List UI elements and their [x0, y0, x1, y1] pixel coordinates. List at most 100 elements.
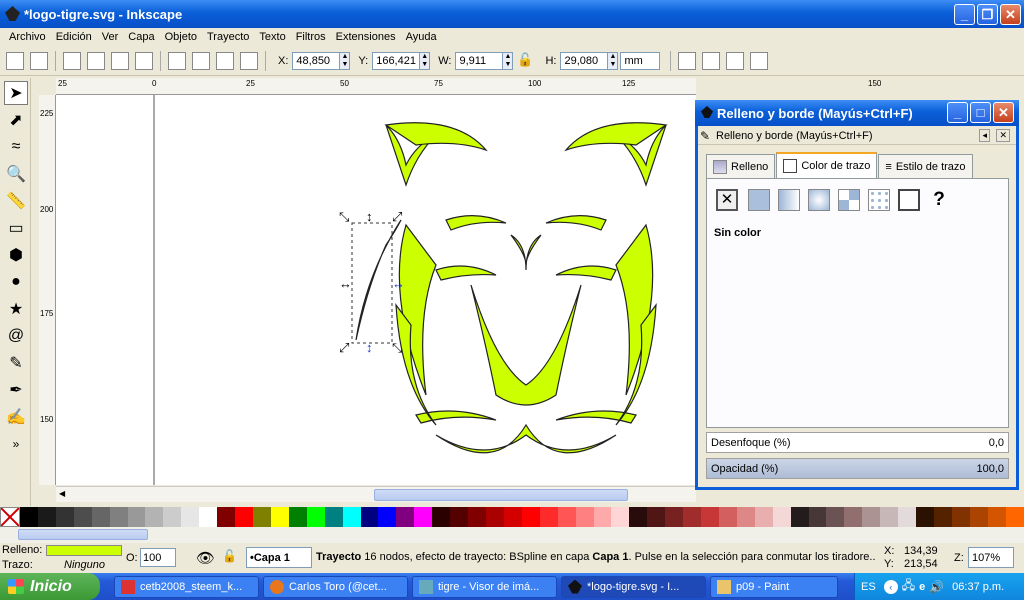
palette-swatch[interactable] [73, 507, 92, 527]
fill-indicator[interactable] [46, 545, 122, 556]
rotate-cw-icon[interactable] [87, 52, 105, 70]
menu-texto[interactable]: Texto [254, 31, 290, 43]
mesh-gradient-button[interactable] [838, 189, 860, 211]
palette-swatch[interactable] [969, 507, 988, 527]
zoom-input[interactable]: 107% [968, 547, 1014, 568]
ie-icon[interactable]: e [919, 581, 925, 593]
task-image-viewer[interactable]: tigre - Visor de imá... [412, 575, 557, 598]
palette-swatch[interactable] [575, 507, 594, 527]
palette-swatch[interactable] [934, 507, 952, 527]
palette-swatch[interactable] [252, 507, 271, 527]
h-spinner[interactable]: ▲ ▼ [608, 52, 619, 70]
eye-icon[interactable]: 👁 [196, 549, 215, 567]
spiral-tool-icon[interactable]: @ [4, 324, 28, 348]
palette-swatch[interactable] [987, 507, 1006, 527]
task-firefox[interactable]: Carlos Toro (@cet... [263, 575, 408, 598]
palette-swatch[interactable] [37, 507, 56, 527]
palette-swatch[interactable] [539, 507, 558, 527]
tab-estilo-trazo[interactable]: ≡ Estilo de trazo [878, 154, 973, 178]
flip-vertical-icon[interactable] [135, 52, 153, 70]
pattern-button[interactable] [868, 189, 890, 211]
pen-tool-icon[interactable]: ✒ [4, 378, 28, 402]
x-input[interactable]: 48,850 [292, 52, 341, 70]
palette-swatch[interactable] [288, 507, 307, 527]
palette-swatch[interactable] [754, 507, 773, 527]
palette-swatch[interactable] [485, 507, 504, 527]
close-button[interactable]: ✕ [1000, 4, 1021, 25]
palette-swatch[interactable] [683, 507, 702, 527]
lower-to-bottom-icon[interactable] [240, 52, 258, 70]
x-spinner[interactable]: ▲ ▼ [340, 52, 351, 70]
palette-swatch[interactable] [718, 507, 737, 527]
opacity-value[interactable]: 100,0 [976, 463, 1004, 475]
y-input[interactable]: 166,421 [372, 52, 421, 70]
palette-swatch[interactable] [826, 507, 845, 527]
palette-swatch[interactable] [521, 507, 540, 527]
select-all-icon[interactable] [6, 52, 24, 70]
palette-swatch[interactable] [217, 507, 236, 527]
tab-color-trazo[interactable]: Color de trazo [776, 152, 878, 178]
palette-swatch[interactable] [736, 507, 755, 527]
select-all-layers-icon[interactable] [30, 52, 48, 70]
palette-swatch[interactable] [898, 507, 917, 527]
palette-swatch[interactable] [342, 507, 361, 527]
palette-swatch[interactable] [916, 507, 935, 527]
palette-swatch[interactable] [378, 507, 397, 527]
dialog-close-button[interactable]: ✕ [993, 102, 1014, 123]
palette-swatch[interactable] [360, 507, 379, 527]
blur-value[interactable]: 0,0 [989, 437, 1004, 449]
palette-swatch[interactable] [1005, 507, 1024, 527]
star-tool-icon[interactable]: ★ [4, 297, 28, 321]
transform-gradients-icon[interactable] [726, 52, 745, 70]
minimize-button[interactable]: _ [954, 4, 975, 25]
palette-swatch[interactable] [862, 507, 881, 527]
palette-swatch[interactable] [199, 507, 218, 527]
radial-gradient-button[interactable] [808, 189, 830, 211]
dock-icon[interactable]: ◂ [979, 129, 990, 142]
palette-swatch[interactable] [270, 507, 289, 527]
stroke-indicator[interactable]: Ninguno [64, 559, 105, 571]
tweak-tool-icon[interactable]: ≈ [4, 135, 28, 159]
palette-swatch[interactable] [127, 507, 146, 527]
transform-patterns-icon[interactable] [750, 52, 769, 70]
palette-swatch[interactable] [181, 507, 200, 527]
unset-paint-button[interactable]: ? [928, 189, 950, 211]
lock-icon[interactable]: 🔓 [516, 52, 534, 70]
maximize-button[interactable]: ❐ [977, 4, 998, 25]
swatch-button[interactable] [898, 189, 920, 211]
flip-horizontal-icon[interactable] [111, 52, 129, 70]
raise-to-top-icon[interactable] [168, 52, 186, 70]
h-input[interactable]: 29,080 [560, 52, 609, 70]
dialog-minimize-button[interactable]: _ [947, 102, 968, 123]
palette-swatch[interactable] [844, 507, 863, 527]
horizontal-scrollbar[interactable]: ◀ [56, 486, 696, 502]
3d-box-tool-icon[interactable]: ⬢ [4, 243, 28, 267]
menu-archivo[interactable]: Archivo [4, 31, 51, 43]
palette-swatch[interactable] [235, 507, 253, 527]
drawing-canvas[interactable]: ⤡ ↕ ⤢ ↔ ↔ ⤢ ↕ ⤡ [56, 95, 696, 485]
y-spinner[interactable]: ▲ ▼ [420, 52, 431, 70]
node-tool-icon[interactable]: ⬈ [4, 108, 28, 132]
selector-tool-icon[interactable]: ➤ [4, 81, 28, 105]
task-inkscape[interactable]: *logo-tigre.svg - I... [561, 575, 706, 598]
calligraphy-tool-icon[interactable]: ✍ [4, 405, 28, 429]
dialog-maximize-button[interactable]: □ [970, 102, 991, 123]
palette-swatch[interactable] [808, 507, 827, 527]
no-paint-button[interactable]: ✕ [716, 189, 738, 211]
menu-ayuda[interactable]: Ayuda [401, 31, 442, 43]
palette-scrollbar[interactable] [0, 527, 1024, 543]
raise-icon[interactable] [192, 52, 210, 70]
scale-corners-icon[interactable] [702, 52, 721, 70]
network-icon[interactable]: 🖧 [902, 576, 915, 597]
rectangle-tool-icon[interactable]: ▭ [4, 216, 28, 240]
palette-swatch[interactable] [20, 507, 38, 527]
menu-ver[interactable]: Ver [97, 31, 124, 43]
task-pdf[interactable]: cetb2008_steem_k... [114, 575, 259, 598]
menu-filtros[interactable]: Filtros [291, 31, 331, 43]
tab-relleno[interactable]: Relleno [706, 154, 776, 178]
task-paint[interactable]: p09 - Paint [710, 575, 838, 598]
palette-swatch[interactable] [611, 507, 630, 527]
layer-select[interactable]: •Capa 1 [246, 547, 312, 568]
scale-stroke-icon[interactable] [678, 52, 697, 70]
blur-field[interactable]: Desenfoque (%) 0,0 [706, 432, 1009, 453]
